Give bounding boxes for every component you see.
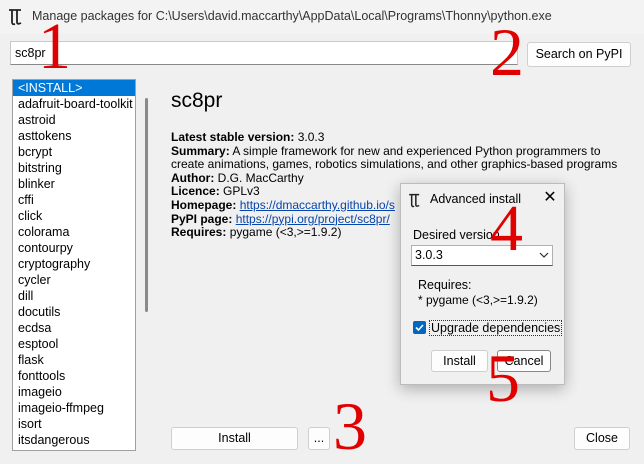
version-value: 3.0.3 bbox=[415, 248, 443, 262]
package-title: sc8pr bbox=[171, 89, 223, 112]
list-item[interactable]: imageio-ffmpeg bbox=[13, 400, 135, 416]
annotation-2: 2 bbox=[490, 14, 524, 90]
list-item[interactable]: imageio bbox=[13, 384, 135, 400]
list-item[interactable]: isort bbox=[13, 416, 135, 432]
thonny-dialog-icon bbox=[408, 193, 422, 208]
install-button[interactable]: Install bbox=[171, 427, 298, 450]
package-list[interactable]: <INSTALL> adafruit-board-toolkit astroid… bbox=[12, 79, 136, 451]
list-item[interactable]: docutils bbox=[13, 304, 135, 320]
list-item[interactable]: colorama bbox=[13, 224, 135, 240]
search-input[interactable]: sc8pr bbox=[10, 41, 518, 65]
upgrade-dependencies-checkbox[interactable] bbox=[413, 321, 426, 334]
latest-value: 3.0.3 bbox=[297, 130, 325, 144]
requires-label: Requires: bbox=[171, 225, 227, 240]
list-item[interactable]: cycler bbox=[13, 272, 135, 288]
list-item[interactable]: flask bbox=[13, 352, 135, 368]
list-item[interactable]: fonttools bbox=[13, 368, 135, 384]
list-item-install[interactable]: <INSTALL> bbox=[13, 80, 135, 96]
annotation-1: 1 bbox=[38, 10, 71, 83]
list-item[interactable]: bitstring bbox=[13, 160, 135, 176]
dialog-requires-label: Requires: bbox=[418, 278, 472, 292]
list-item[interactable]: click bbox=[13, 208, 135, 224]
close-icon[interactable]: ✕ bbox=[541, 189, 559, 207]
licence-value: GPLv3 bbox=[223, 184, 260, 199]
window-title: Manage packages for C:\Users\david.macca… bbox=[32, 9, 552, 23]
summary-text: A simple framework for new and experienc… bbox=[232, 143, 601, 158]
pypi-page-link[interactable]: https://pypi.org/project/sc8pr/ bbox=[236, 212, 390, 226]
list-item[interactable]: dill bbox=[13, 288, 135, 304]
list-item[interactable]: asttokens bbox=[13, 128, 135, 144]
summary-text-cont: create animations, games, robotics simul… bbox=[171, 157, 618, 172]
list-item[interactable]: blinker bbox=[13, 176, 135, 192]
more-options-button[interactable]: ... bbox=[308, 427, 330, 450]
requires-value: pygame (<3,>=1.9.2) bbox=[229, 225, 342, 240]
licence-label: Licence: bbox=[171, 184, 220, 199]
upgrade-dependencies-label[interactable]: Upgrade dependencies bbox=[428, 320, 563, 336]
list-item[interactable]: cryptography bbox=[13, 256, 135, 272]
dialog-install-button[interactable]: Install bbox=[431, 350, 488, 372]
thonny-app-icon bbox=[8, 8, 24, 26]
author-value: D.G. MacCarthy bbox=[217, 170, 304, 185]
annotation-4: 4 bbox=[490, 192, 523, 265]
author-label: Author: bbox=[171, 170, 215, 185]
version-select[interactable]: 3.0.3 bbox=[411, 245, 553, 266]
advanced-install-dialog: Advanced install ✕ Desired version 3.0.3… bbox=[400, 183, 565, 385]
list-item[interactable]: astroid bbox=[13, 112, 135, 128]
homepage-link[interactable]: https://dmaccarthy.github.io/s bbox=[240, 198, 395, 212]
chevron-down-icon bbox=[538, 246, 550, 267]
version-label: Desired version bbox=[413, 228, 500, 242]
close-button[interactable]: Close bbox=[574, 427, 630, 450]
annotation-3: 3 bbox=[333, 388, 367, 464]
list-scrollbar[interactable] bbox=[145, 98, 148, 312]
list-item[interactable]: itsdangerous bbox=[13, 432, 135, 448]
list-item[interactable]: ecdsa bbox=[13, 320, 135, 336]
homepage-label: Homepage: bbox=[171, 197, 237, 212]
search-pypi-button[interactable]: Search on PyPI bbox=[527, 42, 631, 67]
list-item[interactable]: cffi bbox=[13, 192, 135, 208]
list-item[interactable]: bcrypt bbox=[13, 144, 135, 160]
annotation-5: 5 bbox=[486, 340, 520, 416]
summary-label: Summary: bbox=[171, 143, 230, 158]
latest-label: Latest stable version: bbox=[171, 130, 295, 144]
list-item[interactable]: adafruit-board-toolkit bbox=[13, 96, 135, 112]
list-item[interactable]: esptool bbox=[13, 336, 135, 352]
list-item[interactable]: contourpy bbox=[13, 240, 135, 256]
dialog-requires-value: * pygame (<3,>=1.9.2) bbox=[418, 293, 538, 307]
pypi-page-label: PyPI page: bbox=[171, 211, 233, 226]
